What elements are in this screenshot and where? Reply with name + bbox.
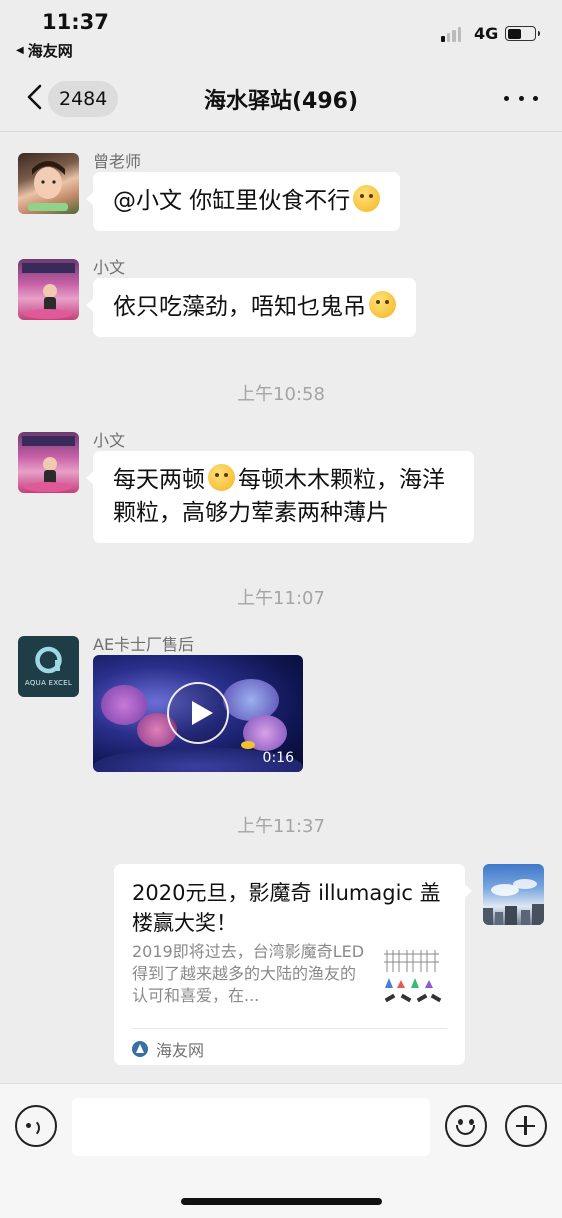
message-bubble[interactable]: 每天两顿 每顿木木颗粒，海洋颗粒，高够力荤素两种薄片 bbox=[86, 451, 474, 543]
sender-name: 曾老师 bbox=[93, 152, 142, 171]
crying-laughing-emoji-icon bbox=[208, 464, 235, 491]
link-card-title: 2020元旦，影魔奇 illumagic 盖楼赢大奖！ bbox=[132, 881, 441, 935]
status-bar: 11:37 ◀ 海友网 4G bbox=[0, 0, 562, 68]
more-options-icon[interactable] bbox=[504, 88, 538, 108]
sender-name: 小文 bbox=[93, 431, 126, 450]
aqua-excel-logo-icon bbox=[35, 646, 62, 674]
avatar-label: AQUA EXCEL bbox=[24, 679, 73, 687]
card-divider bbox=[132, 1028, 447, 1029]
video-duration: 0:16 bbox=[262, 750, 294, 766]
more-actions-plus-icon[interactable] bbox=[505, 1105, 547, 1147]
timestamp: 上午11:07 bbox=[237, 588, 325, 609]
back-to-app-link[interactable]: ◀ 海友网 bbox=[16, 40, 73, 61]
message-bubble[interactable]: @小文 你缸里伙食不行 bbox=[85, 172, 401, 231]
message-text: 每天两顿 bbox=[113, 467, 205, 493]
voice-input-icon[interactable] bbox=[15, 1105, 57, 1147]
clock: 11:37 bbox=[42, 10, 109, 34]
source-logo-icon bbox=[132, 1041, 148, 1057]
video-message[interactable]: 0:16 bbox=[93, 655, 303, 772]
chat-header: 2484 海水驿站(496) bbox=[0, 68, 562, 132]
message-text: 依只吃藻劲，唔知乜鬼吊 bbox=[113, 294, 366, 320]
link-card-source: 海友网 bbox=[132, 1037, 204, 1061]
avatar-me[interactable] bbox=[483, 864, 544, 925]
message-text: @小文 你缸里伙食不行 bbox=[113, 188, 351, 214]
link-card-description: 2019即将过去，台湾影魔奇LED得到了越来越多的大陆的渔友的认可和喜爱，在..… bbox=[132, 942, 365, 1005]
emoji-picker-icon[interactable] bbox=[445, 1105, 487, 1147]
network-type: 4G bbox=[474, 24, 499, 43]
back-app-label: 海友网 bbox=[27, 42, 73, 60]
thinking-emoji-icon bbox=[369, 291, 396, 318]
back-triangle-icon: ◀ bbox=[16, 45, 24, 56]
unread-count-badge[interactable]: 2484 bbox=[48, 81, 119, 117]
battery-level bbox=[507, 28, 521, 39]
squinting-tongue-emoji-icon bbox=[353, 185, 381, 212]
message-bubble[interactable]: 依只吃藻劲，唔知乜鬼吊 bbox=[86, 278, 416, 337]
sender-name: 小文 bbox=[93, 258, 126, 277]
play-icon[interactable] bbox=[167, 682, 229, 744]
timestamp: 上午11:37 bbox=[237, 816, 325, 837]
battery-icon bbox=[505, 26, 540, 41]
source-name: 海友网 bbox=[156, 1041, 205, 1060]
link-card-thumbnail bbox=[379, 942, 445, 1012]
sender-name: AE卡士厂售后 bbox=[93, 635, 195, 654]
signal-icon bbox=[441, 26, 461, 42]
home-indicator[interactable] bbox=[181, 1198, 382, 1205]
message-input[interactable] bbox=[72, 1098, 430, 1156]
avatar-xiaowen[interactable] bbox=[18, 259, 79, 320]
avatar-teacher[interactable] bbox=[18, 153, 79, 214]
chat-title: 海水驿站(496) bbox=[203, 89, 359, 114]
link-card[interactable]: 2020元旦，影魔奇 illumagic 盖楼赢大奖！ 2019即将过去，台湾影… bbox=[114, 864, 472, 1065]
avatar-xiaowen[interactable] bbox=[18, 432, 79, 493]
timestamp: 上午10:58 bbox=[237, 384, 325, 405]
avatar-aqua-excel[interactable]: AQUA EXCEL bbox=[18, 636, 79, 697]
